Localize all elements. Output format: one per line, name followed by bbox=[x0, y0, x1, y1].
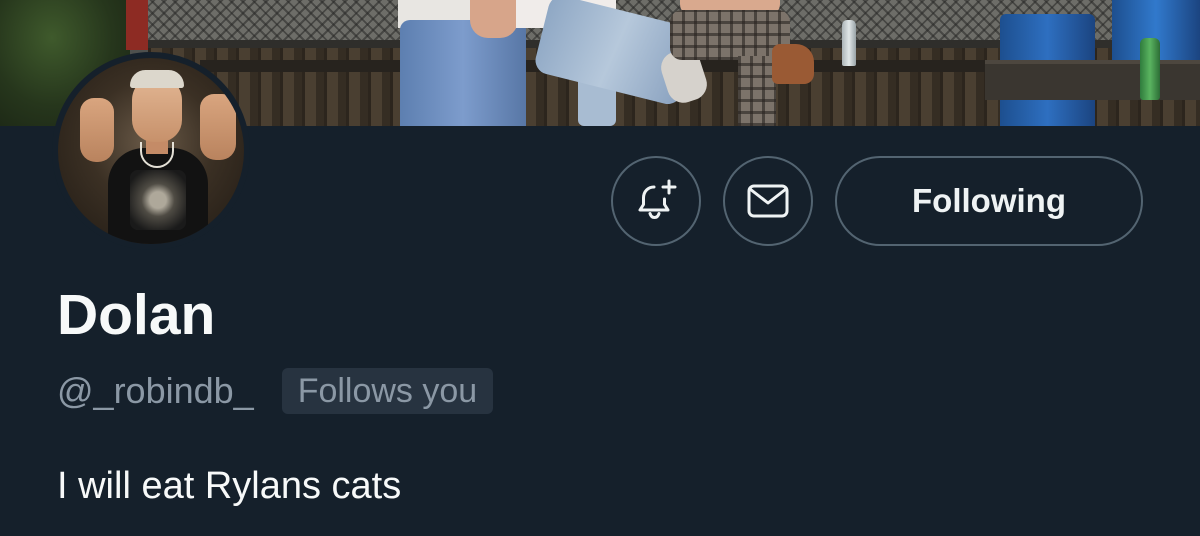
following-button[interactable]: Following bbox=[835, 156, 1143, 246]
bell-plus-icon bbox=[633, 178, 679, 224]
message-button[interactable] bbox=[723, 156, 813, 246]
avatar-shirt-print bbox=[130, 170, 186, 230]
banner-table bbox=[985, 60, 1200, 100]
profile-page: Following Dolan @_robindb_ Follows you I… bbox=[0, 0, 1200, 536]
banner-clear-bottle bbox=[842, 20, 856, 66]
envelope-icon bbox=[746, 183, 790, 219]
banner-person-plaid-leg bbox=[738, 56, 776, 126]
user-handle: @_robindb_ bbox=[57, 370, 254, 411]
avatar-thumbs-up-left bbox=[80, 98, 114, 162]
avatar-thumbs-up-right bbox=[200, 94, 236, 160]
handle-row: @_robindb_ Follows you bbox=[57, 367, 494, 415]
notifications-button[interactable] bbox=[611, 156, 701, 246]
profile-bio: I will eat Rylans cats bbox=[57, 465, 402, 507]
banner-person-arm bbox=[470, 0, 518, 38]
follows-you-badge: Follows you bbox=[281, 368, 494, 414]
profile-avatar[interactable] bbox=[52, 52, 250, 250]
avatar-cap bbox=[130, 70, 184, 88]
banner-post bbox=[126, 0, 148, 50]
display-name: Dolan bbox=[57, 283, 216, 347]
banner-person-boot bbox=[772, 44, 814, 84]
banner-green-bottle bbox=[1140, 38, 1160, 100]
